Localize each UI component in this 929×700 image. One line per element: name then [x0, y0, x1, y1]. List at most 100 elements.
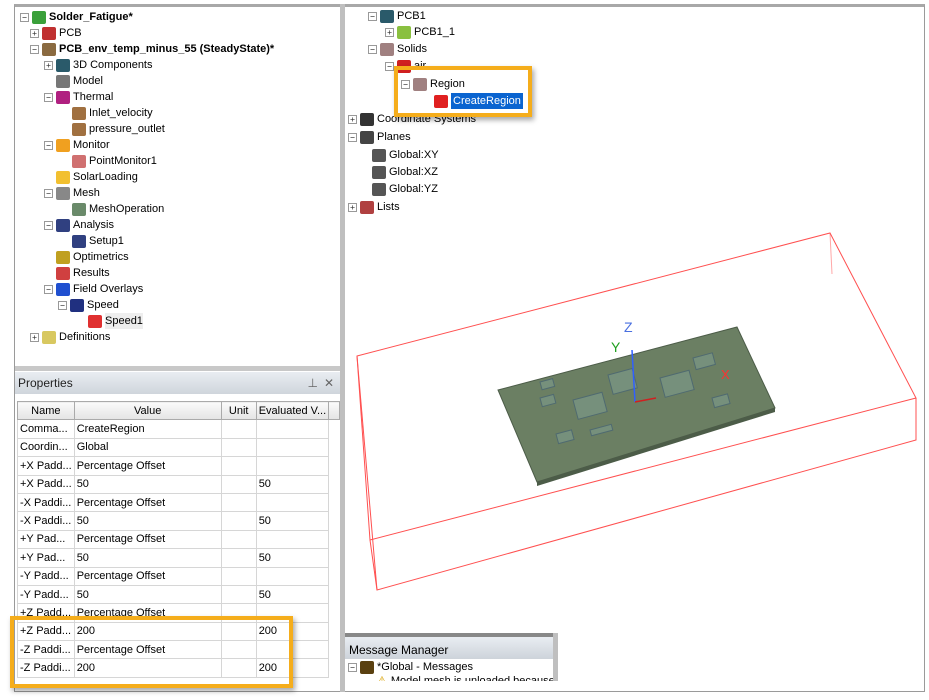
folder-icon	[42, 330, 56, 344]
tree-item[interactable]: − Speed	[58, 297, 119, 313]
column-spacer	[328, 400, 341, 421]
tree-item[interactable]: pressure_outlet	[72, 121, 165, 137]
3d-viewport[interactable]: Z Y X	[345, 225, 925, 630]
tree-item[interactable]: CreateRegion	[434, 93, 523, 109]
property-row[interactable]: Coordin... Global	[17, 437, 340, 458]
tree-item[interactable]: − PCB1	[368, 8, 426, 24]
property-row[interactable]: +X Padd... Percentage Offset	[17, 456, 340, 476]
collapse-icon[interactable]: −	[20, 12, 29, 22]
tree-item[interactable]: − Monitor	[44, 137, 110, 153]
collapse-icon[interactable]: −	[368, 11, 377, 21]
expand-icon[interactable]: +	[30, 332, 39, 342]
sun-icon	[56, 170, 70, 184]
property-value[interactable]: 50	[73, 511, 222, 531]
expand-icon[interactable]: +	[385, 27, 394, 37]
property-name: -Y Padd...	[17, 566, 75, 586]
property-row[interactable]: +X Padd... 50 50	[17, 474, 340, 494]
tree-item[interactable]: Results	[56, 265, 110, 281]
pin-icon[interactable]: ⊥	[308, 372, 318, 394]
tree-item[interactable]: +3D Components	[44, 57, 153, 73]
property-name: Coordin...	[17, 437, 75, 458]
horizontal-splitter[interactable]	[15, 366, 340, 371]
tree-item[interactable]: − Mesh	[44, 185, 100, 201]
collapse-toggle[interactable]: −	[348, 662, 357, 672]
property-unit	[220, 529, 257, 550]
property-row[interactable]: -Y Padd... Percentage Offset	[17, 566, 340, 586]
property-value[interactable]: Percentage Offset	[73, 492, 222, 513]
expand-icon[interactable]: +	[44, 60, 53, 70]
setup-icon	[72, 234, 86, 248]
property-value[interactable]: 50	[73, 474, 222, 494]
property-name: Comma...	[17, 419, 75, 439]
column-name[interactable]: Name	[17, 400, 75, 421]
property-value[interactable]: Percentage Offset	[73, 456, 222, 476]
message-manager-body: − *Global - Messages ⚠ Model mesh is unloa…	[345, 659, 553, 681]
property-row[interactable]: +Y Pad... Percentage Offset	[17, 529, 340, 550]
property-row[interactable]: Comma... CreateRegion	[17, 419, 340, 439]
collapse-icon[interactable]: −	[44, 92, 53, 102]
column-unit[interactable]: Unit	[220, 400, 257, 421]
row-spacer	[329, 493, 340, 511]
property-evaluated: 50	[255, 548, 330, 568]
tree-item[interactable]: SolarLoading	[56, 169, 138, 185]
collapse-icon[interactable]: −	[368, 44, 377, 54]
tree-item[interactable]: Global:XY	[372, 147, 439, 163]
property-unit	[220, 548, 257, 568]
tree-item[interactable]: PointMonitor1	[72, 153, 157, 169]
collapse-icon[interactable]: −	[348, 132, 357, 142]
property-value[interactable]: 50	[73, 584, 222, 605]
column-evaluated[interactable]: Evaluated V...	[255, 400, 330, 421]
tree-item[interactable]: Setup1	[72, 233, 124, 249]
region-icon	[413, 77, 427, 91]
tree-item[interactable]: + PCB	[30, 25, 82, 41]
property-value[interactable]: Percentage Offset	[73, 529, 222, 550]
property-row[interactable]: -X Paddi... Percentage Offset	[17, 492, 340, 513]
tree-item[interactable]: Global:XZ	[372, 164, 438, 180]
property-value[interactable]: CreateRegion	[73, 419, 222, 439]
collapse-icon[interactable]: −	[44, 140, 53, 150]
property-name: -X Paddi...	[17, 492, 75, 513]
expand-icon[interactable]: +	[348, 114, 357, 124]
property-unit	[220, 456, 257, 476]
collapse-icon[interactable]: −	[58, 300, 67, 310]
tree-item[interactable]: + PCB1_1	[385, 24, 455, 40]
tree-item[interactable]: − Planes	[348, 129, 411, 145]
tree-item[interactable]: − Thermal	[44, 89, 113, 105]
property-value[interactable]: Global	[73, 437, 222, 458]
tree-item[interactable]: Model	[56, 73, 103, 89]
close-icon[interactable]: ✕	[324, 372, 334, 394]
message-item[interactable]: ⚠ Model mesh is unloaded because...	[377, 673, 553, 681]
collapse-icon[interactable]: −	[44, 188, 53, 198]
collapse-icon[interactable]: −	[44, 220, 53, 230]
collapse-icon[interactable]: −	[30, 44, 39, 54]
property-row[interactable]: -Y Padd... 50 50	[17, 584, 340, 605]
tree-item[interactable]: − Field Overlays	[44, 281, 143, 297]
property-value[interactable]: 50	[73, 548, 222, 568]
tree-item[interactable]: MeshOperation	[72, 201, 164, 217]
property-row[interactable]: +Y Pad... 50 50	[17, 548, 340, 568]
collapse-icon[interactable]: −	[401, 79, 410, 89]
tree-item[interactable]: Optimetrics	[56, 249, 129, 265]
property-row[interactable]: -X Paddi... 50 50	[17, 511, 340, 531]
results-icon	[56, 266, 70, 280]
tree-item[interactable]: − Solder_Fatigue*	[20, 9, 133, 25]
tree-item[interactable]: − Solids	[368, 41, 427, 57]
tree-item[interactable]: − Analysis	[44, 217, 114, 233]
tree-item[interactable]: − PCB_env_temp_minus_55 (SteadyState)*	[30, 41, 274, 57]
collapse-icon[interactable]: −	[44, 284, 53, 294]
property-value[interactable]: Percentage Offset	[73, 566, 222, 586]
tree-item[interactable]: Speed1	[88, 313, 143, 329]
expand-icon[interactable]: +	[30, 28, 39, 38]
expand-icon[interactable]: +	[348, 202, 357, 212]
tree-item[interactable]: Inlet_velocity	[72, 105, 153, 121]
tree-item[interactable]: Global:YZ	[372, 181, 438, 197]
column-value[interactable]: Value	[73, 400, 222, 421]
tree-item[interactable]: − Region	[401, 76, 465, 92]
x-axis-label: X	[721, 367, 730, 382]
collapse-icon[interactable]: −	[385, 61, 394, 71]
message-splitter[interactable]	[553, 633, 558, 681]
tree-item-label: Global:XY	[389, 149, 439, 161]
tree-item-label: Region	[430, 78, 465, 90]
tree-item[interactable]: + Lists	[348, 199, 400, 215]
tree-item[interactable]: + Definitions	[30, 329, 110, 345]
